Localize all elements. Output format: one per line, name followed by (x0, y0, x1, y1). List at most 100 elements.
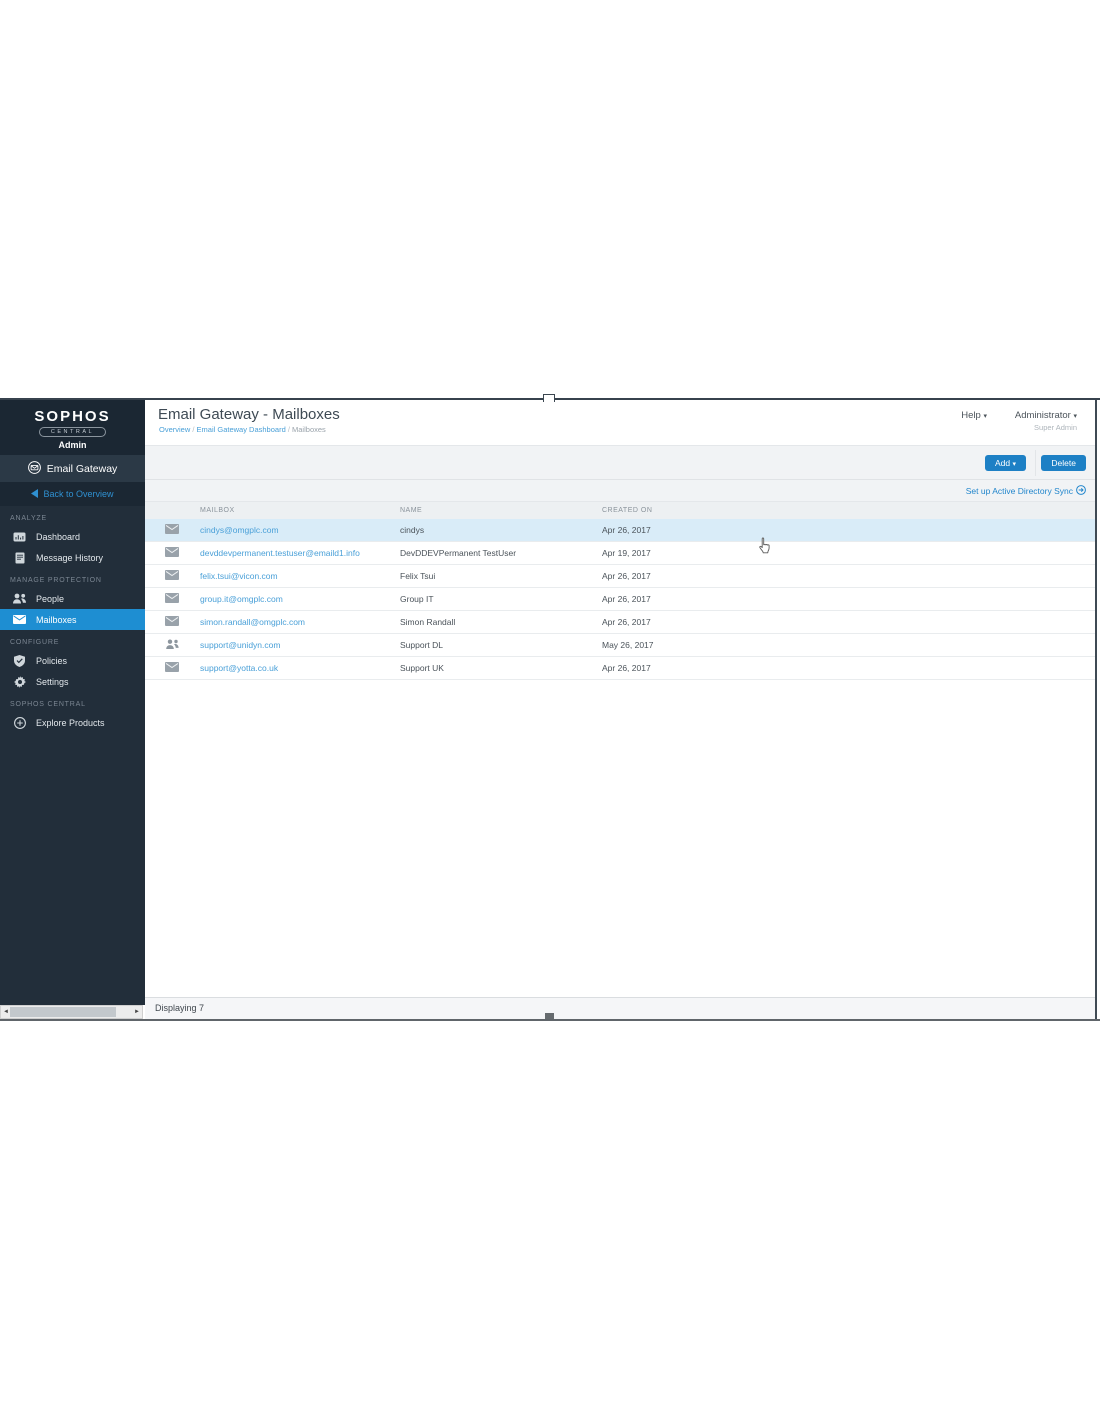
back-link-label: Back to Overview (43, 489, 113, 499)
created-date: Apr 26, 2017 (602, 525, 1095, 535)
help-label: Help (961, 410, 981, 421)
envelope-icon (165, 593, 179, 605)
mailbox-link[interactable]: devddevpermanent.testuser@emaild1.info (200, 548, 360, 558)
user-name: Administrator (1015, 410, 1071, 421)
table-header: MAILBOXNAMECREATED ON (145, 502, 1095, 519)
sidebar-item-label: Policies (36, 656, 67, 666)
toolbar-divider (1035, 450, 1036, 476)
column-header-created-on[interactable]: CREATED ON (602, 507, 1095, 514)
mailbox-name: Simon Randall (400, 617, 602, 627)
sidebar-item-dashboard[interactable]: Dashboard (0, 526, 145, 547)
sidebar-context-label: Email Gateway (47, 463, 118, 475)
table-row[interactable]: simon.randall@omgplc.com Simon RandallApr… (145, 611, 1095, 634)
sidebar-item-message-history[interactable]: Message History (0, 547, 145, 568)
table-row[interactable]: felix.tsui@vicon.comFelix TsuiApr 26, 20… (145, 565, 1095, 588)
sidebar-item-explore-products[interactable]: Explore Products (0, 712, 145, 733)
column-header-mailbox[interactable]: MAILBOX (200, 507, 400, 514)
sidebar-context-email-gateway[interactable]: Email Gateway (0, 455, 145, 482)
chevron-down-icon: ▾ (1012, 461, 1016, 468)
sidebar-section-header-analyze: ANALYZE (0, 506, 145, 526)
brand-product: CENTRAL (39, 427, 106, 437)
sidebar-item-settings[interactable]: Settings (0, 671, 145, 692)
email-gateway-icon (28, 461, 41, 477)
mailbox-name: Felix Tsui (400, 571, 602, 581)
mailbox-name: DevDDEVPermanent TestUser (400, 548, 602, 558)
explore-products-icon (12, 717, 27, 729)
sidebar: SOPHOS CENTRAL Admin Email Gateway Back … (0, 400, 145, 1005)
table-row[interactable]: group.it@omgplc.com Group ITApr 26, 2017 (145, 588, 1095, 611)
created-date: Apr 26, 2017 (602, 594, 1095, 604)
top-notch-handle (543, 394, 555, 402)
envelope-icon (165, 616, 179, 628)
user-role: Super Admin (1015, 423, 1077, 432)
mailbox-name: Group IT (400, 594, 602, 604)
sidebar-item-policies[interactable]: Policies (0, 650, 145, 671)
created-date: May 26, 2017 (602, 640, 1095, 650)
help-menu[interactable]: Help ▾ (961, 410, 987, 421)
mailbox-name: Support UK (400, 663, 602, 673)
created-date: Apr 19, 2017 (602, 548, 1095, 558)
mailbox-link[interactable]: cindys@omgplc.com (200, 525, 279, 535)
group-mailbox-icon (165, 639, 180, 651)
column-header-name[interactable]: NAME (400, 507, 602, 514)
table-row[interactable]: devddevpermanent.testuser@emaild1.info De… (145, 542, 1095, 565)
app-window: SOPHOS CENTRAL Admin Email Gateway Back … (0, 398, 1100, 1021)
bottom-notch-handle (545, 1013, 554, 1019)
envelope-icon (165, 547, 179, 559)
mailbox-link[interactable]: simon.randall@omgplc.com (200, 617, 305, 627)
sidebar-item-label: Mailboxes (36, 615, 77, 625)
breadcrumb-item-overview[interactable]: Overview (159, 425, 190, 434)
table-row[interactable]: cindys@omgplc.com cindysApr 26, 2017 (145, 519, 1095, 542)
horizontal-scrollbar[interactable]: ◄ ► (0, 1005, 143, 1019)
window-bottom-border (0, 1019, 1100, 1021)
sidebar-section-header-sophos-central: SOPHOS CENTRAL (0, 692, 145, 712)
table-row[interactable]: support@yotta.co.uk Support UKApr 26, 201… (145, 657, 1095, 680)
mailbox-link[interactable]: support@yotta.co.uk (200, 663, 278, 673)
table-row[interactable]: support@unidyn.com Support DLMay 26, 2017 (145, 634, 1095, 657)
created-date: Apr 26, 2017 (602, 617, 1095, 627)
chevron-down-icon: ▾ (983, 413, 987, 420)
scroll-right-arrow-icon[interactable]: ► (132, 1006, 142, 1018)
user-menu[interactable]: Administrator ▾ Super Admin (1015, 410, 1077, 432)
sidebar-item-label: People (36, 594, 64, 604)
add-button[interactable]: Add ▾ (985, 455, 1026, 471)
mailbox-name: cindys (400, 525, 602, 535)
mailbox-link[interactable]: felix.tsui@vicon.com (200, 571, 278, 581)
page-title: Email Gateway - Mailboxes (158, 406, 340, 423)
envelope-icon (165, 662, 179, 674)
active-directory-sync-link[interactable]: Set up Active Directory Sync (966, 485, 1086, 497)
sync-band: Set up Active Directory Sync (145, 480, 1095, 502)
mailbox-name: Support DL (400, 640, 602, 650)
breadcrumb-item-mailboxes: Mailboxes (292, 425, 326, 434)
status-bar: Displaying 7 (145, 997, 1095, 1019)
sidebar-section-header-configure: CONFIGURE (0, 630, 145, 650)
chevron-down-icon: ▾ (1073, 413, 1077, 420)
back-to-overview-link[interactable]: Back to Overview (0, 482, 145, 506)
delete-button[interactable]: Delete (1041, 455, 1086, 471)
toolbar: Add ▾ Delete (145, 446, 1095, 480)
sidebar-item-mailboxes[interactable]: Mailboxes (0, 609, 145, 630)
sidebar-item-label: Settings (36, 677, 69, 687)
brand-name: SOPHOS (34, 408, 110, 425)
envelope-icon (165, 570, 179, 582)
breadcrumb: Overview / Email Gateway Dashboard / Mai… (159, 425, 326, 434)
created-date: Apr 26, 2017 (602, 663, 1095, 673)
sidebar-nav: ANALYZEDashboard Message History MANAGE PR… (0, 506, 145, 733)
envelope-icon (165, 524, 179, 536)
mailboxes-icon (12, 615, 27, 624)
sidebar-item-label: Message History (36, 553, 103, 563)
sidebar-section-header-manage-protection: MANAGE PROTECTION (0, 568, 145, 588)
page-header: Email Gateway - Mailboxes Overview / Ema… (145, 400, 1095, 446)
displaying-count: Displaying 7 (155, 1003, 204, 1013)
mouse-cursor-icon (757, 537, 772, 559)
settings-gear-icon (12, 676, 27, 688)
table-body: cindys@omgplc.comcindysApr 26, 2017devdd… (145, 519, 1095, 680)
brand-edition: Admin (59, 440, 87, 450)
mailbox-link[interactable]: group.it@omgplc.com (200, 594, 283, 604)
back-arrow-icon (31, 489, 38, 500)
breadcrumb-item-email-gateway-dashboard[interactable]: Email Gateway Dashboard (197, 425, 286, 434)
dashboard-icon (12, 532, 27, 542)
scrollbar-thumb[interactable] (10, 1007, 116, 1017)
mailbox-link[interactable]: support@unidyn.com (200, 640, 280, 650)
sidebar-item-people[interactable]: People (0, 588, 145, 609)
